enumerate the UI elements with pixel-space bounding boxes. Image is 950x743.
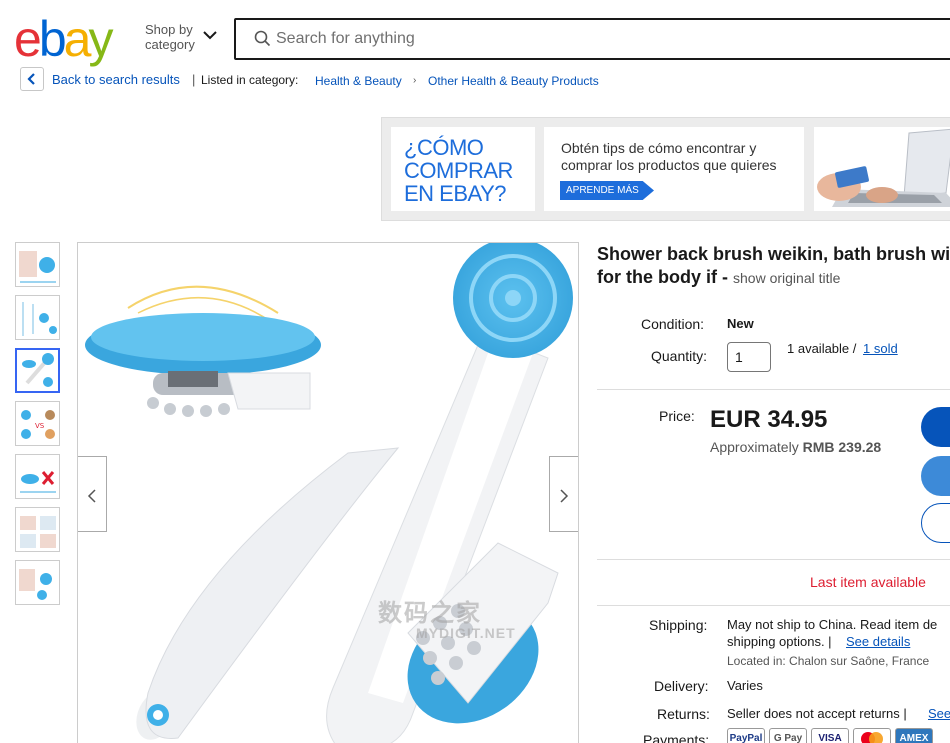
banner-middle-panel: Obtén tips de cómo encontrar y comprar l… — [544, 127, 804, 211]
chevron-down-icon[interactable] — [203, 30, 217, 40]
svg-text:VS: VS — [35, 422, 45, 430]
thumbnail-image — [19, 569, 52, 600]
category-link-other-health-beauty[interactable]: Other Health & Beauty Products — [428, 74, 599, 88]
thumbnail-1[interactable] — [15, 242, 60, 287]
thumbnail-image — [20, 516, 56, 548]
thumbnail-image: VS — [21, 410, 55, 439]
divider — [597, 559, 950, 560]
thumbnail-3[interactable] — [15, 348, 60, 393]
search-icon — [254, 30, 271, 47]
approx-price: Approximately RMB 239.28 — [710, 439, 881, 455]
quantity-input[interactable] — [727, 342, 771, 372]
shop-by-category-button[interactable]: Shop by category — [145, 22, 203, 52]
thumbnail-5[interactable] — [15, 454, 60, 499]
watermark-subtext: MYDIGIT.NET — [416, 625, 516, 641]
banner-learn-more-button[interactable]: APRENDE MÁS — [560, 181, 654, 200]
breadcrumb-separator: | — [192, 72, 196, 87]
banner-tip-text: Obtén tips de cómo encontrar y comprar l… — [561, 140, 777, 173]
search-input[interactable] — [276, 28, 876, 50]
breadcrumb-arrow-icon: › — [413, 75, 417, 86]
last-item-notice: Last item available — [810, 574, 926, 590]
visa-icon: VISA — [811, 728, 849, 743]
logo-letter-a: a — [63, 11, 92, 67]
thumbnail-image — [19, 251, 56, 283]
chevron-left-icon — [87, 489, 96, 503]
banner-laptop-image — [814, 127, 950, 211]
back-to-search-link[interactable]: Back to search results — [52, 72, 180, 87]
shower-brush-image — [85, 243, 573, 743]
price-label: Price: — [659, 408, 695, 424]
watermark-text: 数码之家 — [378, 600, 482, 627]
thumbnail-image — [20, 471, 56, 493]
mastercard-icon — [853, 728, 891, 743]
see-details-link[interactable]: See details — [846, 634, 910, 649]
availability-text: 1 available / — [787, 341, 857, 356]
shop-by-category-label: Shop by category — [145, 22, 195, 52]
listed-in-label: Listed in category: — [201, 73, 299, 87]
thumbnail-image — [22, 302, 57, 336]
item-location: Located in: Chalon sur Saône, France — [727, 654, 930, 668]
thumbnail-4[interactable]: VS — [15, 401, 60, 446]
back-button[interactable] — [20, 67, 44, 91]
divider — [597, 389, 950, 390]
shipping-text: May not ship to China. Read item de — [727, 617, 938, 632]
thumbnail-image — [22, 353, 54, 387]
returns-value: Seller does not accept returns | — [727, 706, 907, 721]
logo-letter-b: b — [38, 11, 67, 67]
chevron-left-icon — [27, 73, 35, 85]
condition-label: Condition: — [641, 316, 705, 332]
add-to-cart-button[interactable] — [921, 456, 950, 496]
laptop-shopping-illustration — [814, 127, 950, 211]
thumbnail-6[interactable] — [15, 507, 60, 552]
returns-label: Returns: — [657, 706, 710, 722]
amex-icon: AMEX — [895, 728, 933, 743]
previous-image-button[interactable] — [78, 456, 107, 532]
banner-left-panel: ¿CÓMO COMPRAR EN EBAY? — [391, 127, 535, 211]
quantity-label: Quantity: — [651, 348, 708, 364]
approx-label: Approximately — [710, 439, 799, 455]
condition-value: New — [727, 316, 754, 331]
divider — [597, 605, 950, 606]
thumbnail-7[interactable] — [15, 560, 60, 605]
add-to-watchlist-button[interactable] — [921, 503, 950, 543]
main-product-image[interactable]: 数码之家 MYDIGIT.NET — [77, 242, 579, 743]
banner-headline: ¿CÓMO COMPRAR EN EBAY? — [404, 135, 513, 206]
ebay-logo[interactable]: ebay — [14, 11, 113, 67]
shipping-label: Shipping: — [649, 617, 708, 633]
delivery-value: Varies — [727, 678, 763, 693]
next-image-button[interactable] — [549, 456, 578, 532]
mastercard-circles — [861, 732, 883, 743]
promo-banner[interactable]: ¿CÓMO COMPRAR EN EBAY? Obtén tips de cóm… — [381, 117, 950, 221]
logo-letter-y: y — [88, 11, 113, 67]
delivery-label: Delivery: — [654, 678, 709, 694]
item-title: Shower back brush weikin, bath brush wi — [597, 244, 950, 264]
payments-label: Payments: — [643, 732, 710, 743]
returns-see-link[interactable]: See — [928, 706, 950, 721]
search-bar[interactable] — [234, 18, 950, 60]
chevron-right-icon — [560, 489, 569, 503]
paypal-icon: PayPal — [727, 728, 765, 743]
thumbnail-2[interactable] — [15, 295, 60, 340]
google-pay-icon: G Pay — [769, 728, 807, 743]
approx-value: RMB 239.28 — [802, 439, 882, 455]
logo-letter-e: e — [14, 11, 42, 67]
show-original-title-link[interactable]: show original title — [733, 270, 840, 286]
sold-count-link[interactable]: 1 sold — [863, 341, 898, 356]
item-title-continued: for the body if - — [597, 267, 728, 287]
category-link-health-beauty[interactable]: Health & Beauty — [315, 74, 402, 88]
shipping-options-text: shipping options. | — [727, 634, 832, 649]
buy-it-now-button[interactable] — [921, 407, 950, 447]
item-title-line-2: for the body if - show original title — [597, 266, 840, 290]
item-price: EUR 34.95 — [710, 406, 828, 433]
